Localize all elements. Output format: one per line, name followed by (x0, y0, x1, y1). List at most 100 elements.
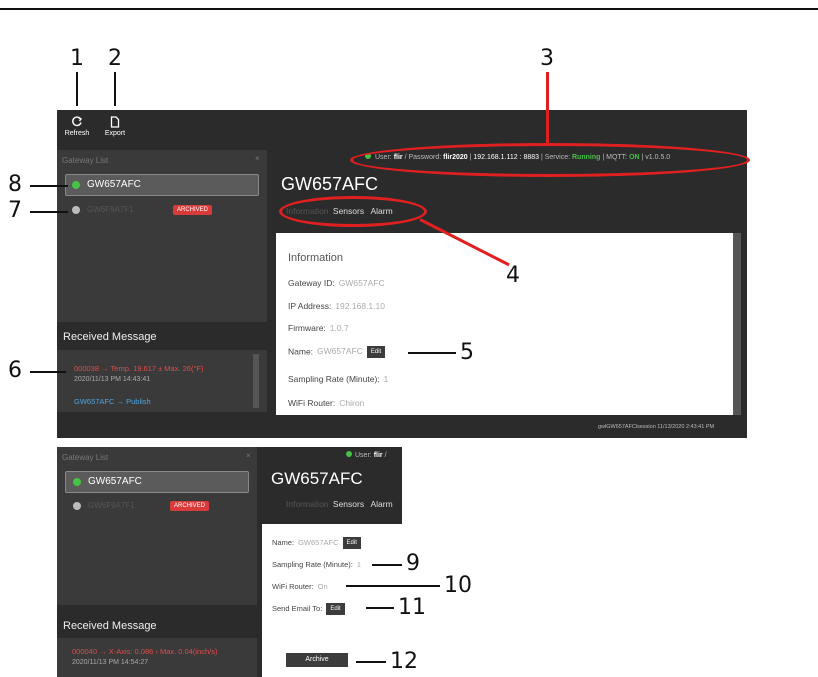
tab-information[interactable]: Information (286, 499, 329, 509)
edit-email-button[interactable]: Edit (326, 603, 345, 615)
callout-1: 1 (70, 46, 84, 71)
ip-label: IP Address: (288, 301, 332, 311)
archive-button[interactable]: Archive (286, 653, 348, 667)
callout-4: 4 (506, 263, 520, 288)
info-heading: Information (288, 252, 344, 264)
wifi-value: On (317, 582, 328, 591)
close-icon[interactable]: × (255, 154, 260, 163)
refresh-button[interactable]: Refresh (62, 116, 92, 137)
rate-label: Sampling Rate (Minute): (288, 374, 380, 384)
status-dot (346, 451, 352, 457)
name-label: Name: (288, 346, 314, 357)
edit-name-button[interactable]: Edit (366, 346, 386, 358)
rate-row: Sampling Rate (Minute): 1 (288, 374, 388, 384)
export-icon (110, 116, 120, 128)
callout-7: 7 (8, 198, 22, 223)
edit-name-button[interactable]: Edit (342, 537, 361, 549)
status-dot-offline (72, 206, 80, 214)
leader-1 (76, 72, 78, 106)
rate-label: Sampling Rate (Minute): (272, 560, 353, 569)
message-text: 000038 → Temp. 19.617 ± Max. 26(°F) (74, 364, 204, 373)
name-row: Name: GW657AFC Edit (272, 537, 361, 549)
gateway-name: GW657AFC (87, 179, 141, 190)
email-label: Send Email To: (272, 603, 323, 613)
leader-12 (356, 661, 386, 663)
gateway-title: GW657AFC (281, 174, 379, 194)
export-button[interactable]: Export (100, 116, 130, 137)
rate-value: 1 (356, 560, 362, 569)
status-dot-online (73, 478, 81, 486)
leader-5 (408, 352, 456, 354)
status-dot-online (72, 181, 80, 189)
gateway-id-label: Gateway ID: (288, 278, 335, 288)
top-rule (0, 8, 818, 10)
wifi-label: WiFi Router: (272, 582, 314, 591)
status-highlight (350, 143, 750, 177)
callout-9: 9 (406, 551, 420, 576)
user-value: flir (373, 452, 383, 459)
leader-2 (114, 72, 116, 106)
footer-session: gwlGW657AFClsession 11/13/2020 2:43:41 P… (598, 424, 715, 430)
gateway-title: GW657AFC (271, 469, 363, 488)
wifi-row: WiFi Router: Chiron (288, 398, 364, 408)
scrollbar[interactable] (733, 233, 741, 415)
ip-row: IP Address: 192.168.1.10 (288, 301, 385, 311)
gateway-id-value: GW657AFC (338, 278, 385, 288)
status-dot-offline (73, 502, 81, 510)
message-text: GW657AFC → Publish (74, 397, 151, 406)
callout-2: 2 (108, 46, 122, 71)
name-value: GW657AFC (317, 346, 363, 357)
message-text: 000040 → X-Axis: 0.086 › Max. 0.04(inch/… (72, 647, 218, 656)
received-message-title: Received Message (63, 331, 157, 343)
tab-bar: Information Sensors Alarm (286, 499, 393, 509)
tab-alarm[interactable]: Alarm (370, 499, 392, 509)
message-time: 2020/11/13 PM 14:43:41 (74, 376, 151, 383)
leader-8 (30, 185, 68, 187)
gateway-name-archived[interactable]: GW6F9A7F1 (88, 501, 135, 510)
leader-7 (30, 211, 68, 213)
callout-3: 3 (540, 46, 554, 71)
received-message-panel (57, 638, 257, 677)
scrollbar[interactable] (253, 354, 259, 408)
name-label: Name: (272, 537, 295, 547)
callout-line-3 (546, 72, 549, 145)
gateway-id-row: Gateway ID: GW657AFC (288, 278, 385, 288)
archived-badge: ARCHIVED (173, 205, 213, 215)
email-row: Send Email To: Edit (272, 603, 345, 615)
leader-11 (366, 607, 394, 609)
callout-8: 8 (8, 172, 22, 197)
firmware-value: 1.0.7 (329, 323, 349, 333)
wifi-row: WiFi Router: On (272, 582, 328, 591)
leader-10 (346, 585, 440, 587)
name-value: GW657AFC (298, 537, 339, 547)
close-icon[interactable]: × (246, 451, 251, 460)
gateway-name-archived[interactable]: GW6F9A7F1 (87, 205, 134, 214)
received-message-title: Received Message (63, 620, 157, 632)
leader-9 (372, 564, 402, 566)
wifi-value: Chiron (339, 398, 365, 408)
callout-12: 12 (390, 649, 418, 674)
message-time: 2020/11/13 PM 14:54:27 (72, 659, 149, 666)
user-label: User: (355, 452, 372, 459)
leader-6 (30, 371, 66, 373)
gateway-name: GW657AFC (88, 476, 142, 487)
callout-10: 10 (444, 573, 472, 598)
status-bar: User: flir / (346, 451, 387, 459)
callout-11: 11 (398, 595, 426, 620)
name-row: Name: GW657AFC Edit (288, 346, 386, 358)
callout-5: 5 (460, 340, 474, 365)
firmware-label: Firmware: (288, 323, 326, 333)
firmware-row: Firmware: 1.0.7 (288, 323, 349, 333)
refresh-icon (72, 116, 83, 127)
archived-badge: ARCHIVED (170, 501, 210, 511)
gateway-list-title: Gateway List (62, 453, 109, 462)
tab-sensors[interactable]: Sensors (333, 499, 364, 509)
rate-value: 1 (383, 374, 389, 384)
wifi-label: WiFi Router: (288, 398, 336, 408)
callout-6: 6 (8, 358, 22, 383)
refresh-label: Refresh (64, 130, 90, 137)
rate-row: Sampling Rate (Minute): 1 (272, 560, 361, 569)
ip-value: 192.168.1.10 (335, 301, 385, 311)
tabs-highlight (279, 196, 427, 227)
export-label: Export (104, 130, 126, 137)
